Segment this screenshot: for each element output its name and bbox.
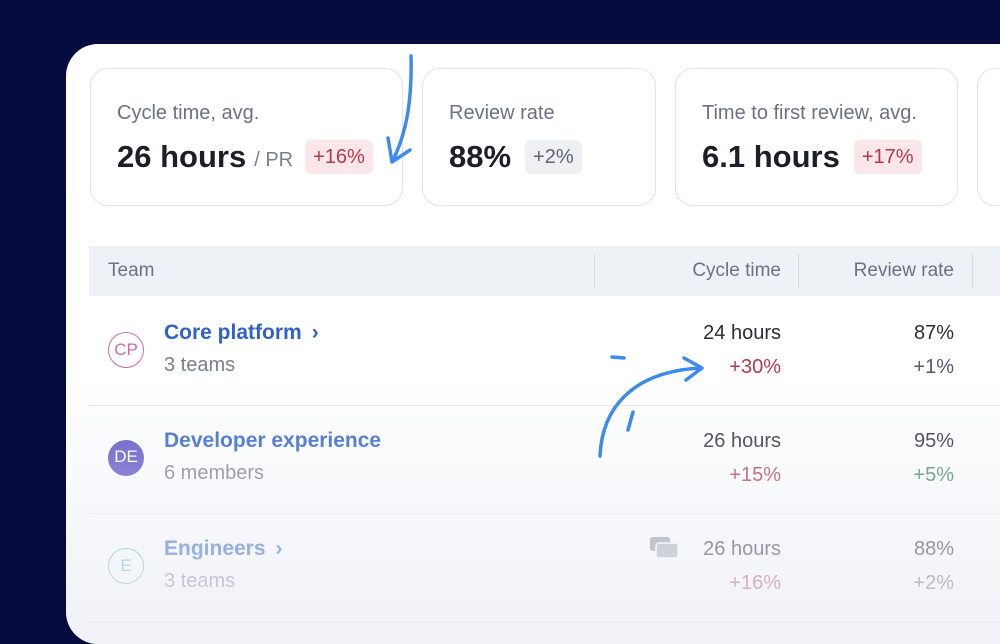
annotation-arrows <box>386 54 704 458</box>
annotation-arrow-down-icon <box>386 54 413 164</box>
annotation-arrow-curve-icon <box>598 355 704 458</box>
